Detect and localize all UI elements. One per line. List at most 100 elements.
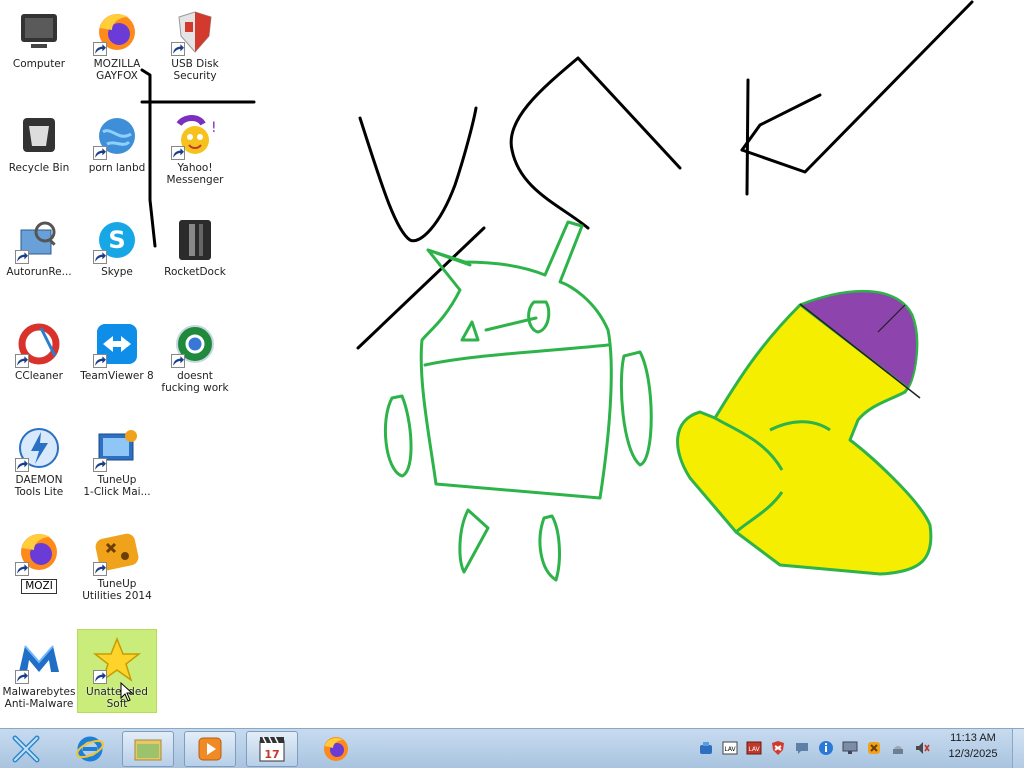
shortcut-arrow-icon (93, 354, 107, 368)
computer-icon (15, 8, 63, 56)
network-icon[interactable] (698, 740, 714, 756)
taskbar-firefox[interactable] (314, 731, 358, 767)
svg-text:17: 17 (264, 748, 279, 761)
desktop-icon[interactable]: TeamViewer 8 (78, 314, 156, 392)
firefox-icon (324, 737, 348, 761)
clock-time: 11:13 AM (950, 732, 996, 744)
desktop-icon[interactable]: doesnt fucking work (156, 314, 234, 394)
desktop-icon[interactable]: ! Yahoo! Messenger (156, 106, 234, 186)
shortcut-arrow-icon (171, 354, 185, 368)
firefox-icon (93, 8, 141, 56)
desktop-icon[interactable]: TuneUp 1-Click Mai... (78, 418, 156, 498)
desktop-icon[interactable]: TuneUp Utilities 2014 (78, 522, 156, 602)
desktop-icon-label: CCleaner (15, 370, 63, 382)
firefox-icon (15, 528, 63, 576)
svg-text:S: S (108, 226, 125, 254)
shortcut-arrow-icon (171, 146, 185, 160)
media-player-icon (198, 737, 222, 761)
yellow-blob-doodle (676, 289, 933, 576)
desktop-icon-label: TeamViewer 8 (80, 370, 154, 382)
info-icon[interactable] (818, 740, 834, 756)
shield-tray-icon[interactable] (770, 740, 786, 756)
wifi-icon[interactable] (890, 740, 906, 756)
display-icon[interactable] (842, 740, 858, 756)
shortcut-arrow-icon (93, 42, 107, 56)
shortcut-arrow-icon (15, 250, 29, 264)
desktop-icon-label: Computer (12, 58, 66, 70)
taskbar-media-player-classic[interactable]: 17 (246, 731, 298, 767)
desktop-icon[interactable]: CCleaner (0, 314, 78, 392)
rocketdock-icon (171, 216, 219, 264)
lav-audio-icon[interactable]: LAV (722, 740, 738, 756)
desktop-icon-label: MOZILLA GAYFOX (93, 58, 141, 82)
desktop-icon-label: TuneUp 1-Click Mai... (83, 474, 151, 498)
desktop-icon[interactable]: Computer (0, 2, 78, 80)
svg-text:!: ! (211, 120, 217, 136)
shortcut-arrow-icon (93, 146, 107, 160)
start-button-icon (12, 735, 40, 763)
taskbar-internet-explorer[interactable] (68, 731, 112, 767)
taskbar-file-explorer[interactable] (122, 731, 174, 767)
clock-date: 12/3/2025 (948, 748, 998, 760)
desktop-icon[interactable]: DAEMON Tools Lite (0, 418, 78, 498)
shortcut-arrow-icon (15, 562, 29, 576)
android-doodle (383, 220, 653, 582)
tuneup-tray-icon[interactable] (866, 740, 882, 756)
desktop-icon[interactable]: Malwarebytes Anti-Malware (0, 630, 78, 710)
desktop-icon-label: RocketDock (164, 266, 226, 278)
autorun-icon (15, 216, 63, 264)
mouse-cursor-icon (120, 682, 134, 702)
start-button[interactable] (4, 731, 48, 767)
svg-text:LAV: LAV (748, 746, 760, 753)
shortcut-arrow-icon (15, 354, 29, 368)
shortcut-arrow-icon (93, 670, 107, 684)
desktop-icon-label: AutorunRe... (6, 266, 72, 278)
ccleaner-icon (15, 320, 63, 368)
desktop-icon-label: DAEMON Tools Lite (14, 474, 64, 498)
file-explorer-icon (134, 739, 162, 761)
chrome-icon (171, 320, 219, 368)
recycle-bin-icon (15, 112, 63, 160)
shield-icon (171, 8, 219, 56)
teamviewer-icon (93, 320, 141, 368)
tuneup-1click-icon (93, 424, 141, 472)
volume-icon[interactable] (914, 740, 930, 756)
desktop-icon-label: Skype (101, 266, 133, 278)
desktop-icon-label: Malwarebytes Anti-Malware (2, 686, 76, 710)
skype-icon: S (93, 216, 141, 264)
desktop-icon[interactable]: Recycle Bin (0, 106, 78, 184)
malwarebytes-icon (15, 636, 63, 684)
shortcut-arrow-icon (15, 670, 29, 684)
clock[interactable]: 11:13 AM 12/3/2025 (938, 730, 1008, 762)
desktop-icon[interactable]: USB Disk Security (156, 2, 234, 82)
desktop-icon[interactable]: porn lanbd (78, 106, 156, 184)
desktop-icon-label: USB Disk Security (171, 58, 219, 82)
desktop-icon[interactable]: MOZILLA GAYFOX (78, 2, 156, 82)
taskbar-media-player[interactable] (184, 731, 236, 767)
daemon-tools-icon (15, 424, 63, 472)
shortcut-arrow-icon (93, 250, 107, 264)
desktop-icon-label: Recycle Bin (8, 162, 70, 174)
shortcut-arrow-icon (15, 458, 29, 472)
shortcut-arrow-icon (93, 562, 107, 576)
globe-icon (93, 112, 141, 160)
desktop-icon[interactable]: S Skype (78, 210, 156, 288)
desktop-icon-label: porn lanbd (88, 162, 146, 174)
desktop-icon[interactable]: AutorunRe... (0, 210, 78, 288)
desktop-icon[interactable]: RocketDock (156, 210, 234, 288)
tuneup-utilities-icon (93, 528, 141, 576)
lav-video-icon[interactable]: LAV (746, 740, 762, 756)
yahoo-messenger-icon: ! (171, 112, 219, 160)
show-desktop-button[interactable] (1012, 729, 1024, 768)
star-icon (93, 636, 141, 684)
desktop-icon-label: doesnt fucking work (161, 370, 229, 394)
chat-icon[interactable] (794, 740, 810, 756)
shortcut-arrow-icon (171, 42, 185, 56)
media-player-classic-icon: 17 (259, 736, 285, 762)
desktop-icon[interactable]: MOZI (0, 522, 78, 600)
svg-text:LAV: LAV (724, 746, 736, 753)
shortcut-arrow-icon (93, 458, 107, 472)
desktop-icon-label: Unattended Soft (86, 686, 148, 710)
desktop-icon[interactable]: Unattended Soft (77, 629, 157, 713)
desktop-icon-label: Yahoo! Messenger (166, 162, 224, 186)
